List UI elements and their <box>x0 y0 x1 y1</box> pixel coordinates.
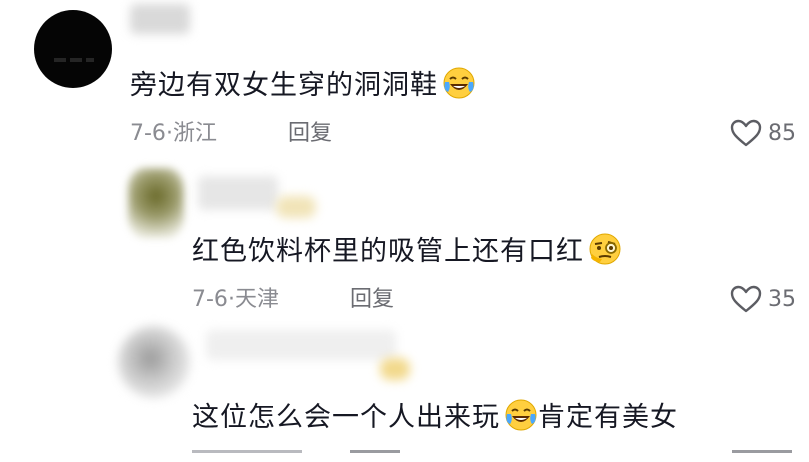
comment-text-2: 红色饮料杯里的吸管上还有口红 <box>192 236 584 267</box>
tears-of-joy-emoji-icon <box>504 398 538 432</box>
username-blurred[interactable] <box>198 176 278 210</box>
username-blurred[interactable] <box>206 330 396 360</box>
heart-icon <box>730 285 762 313</box>
like-button[interactable]: 35 <box>730 284 796 314</box>
comment-text: 这位怎么会一个人出来玩 肯定有美女 <box>192 398 678 435</box>
comment-date: 7-6 <box>192 287 228 312</box>
comment-location: 浙江 <box>172 121 217 146</box>
reply-button[interactable]: 回复 <box>350 286 394 314</box>
username-badge-blurred <box>380 358 410 380</box>
reply-cutoff-mark <box>350 450 400 462</box>
like-count: 85 <box>768 120 796 146</box>
avatar[interactable] <box>118 326 190 398</box>
comment-text-1: 旁边有双女生穿的洞洞鞋 <box>130 70 438 101</box>
heart-icon <box>730 119 762 147</box>
monocle-face-emoji-icon <box>588 232 622 266</box>
like-button[interactable]: 85 <box>730 118 796 148</box>
comment-text-3: 这位怎么会一个人出来玩 <box>192 402 500 433</box>
username-blurred[interactable] <box>130 4 190 34</box>
username-badge-blurred <box>276 196 316 218</box>
comment-text: 红色饮料杯里的吸管上还有口红 <box>192 232 622 269</box>
avatar[interactable] <box>34 10 112 88</box>
like-count: 35 <box>768 286 796 312</box>
comment-text-3-after: 肯定有美女 <box>538 402 678 433</box>
meta-separator: · <box>227 287 235 312</box>
comment-text: 旁边有双女生穿的洞洞鞋 <box>130 66 476 103</box>
meta-separator: · <box>165 121 173 146</box>
comment-date: 7-6 <box>130 121 166 146</box>
comment-meta: 7-6·天津 <box>192 286 279 314</box>
comment-meta: 7-6·浙江 <box>130 120 217 148</box>
comment-location: 天津 <box>234 287 279 312</box>
reply-button[interactable]: 回复 <box>288 120 332 148</box>
meta-cutoff-mark <box>192 450 302 462</box>
tears-of-joy-emoji-icon <box>442 66 476 100</box>
like-cutoff-mark <box>732 450 792 462</box>
avatar[interactable] <box>128 168 184 238</box>
comment-meta-cutoff <box>192 450 792 462</box>
